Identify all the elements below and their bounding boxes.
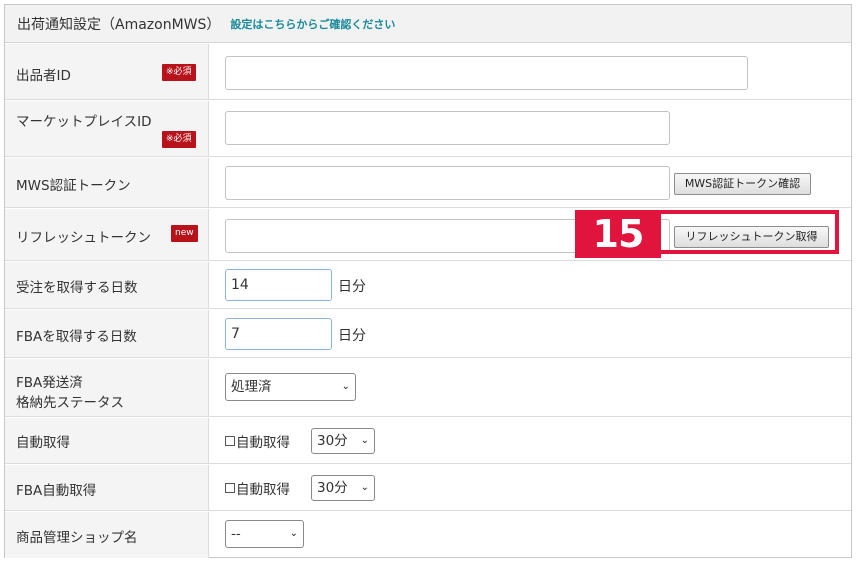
seller-id-label: 出品者ID — [16, 68, 71, 84]
label-cell: 商品管理ショップ名 — [5, 512, 209, 558]
chevron-down-icon: ⌄ — [341, 381, 350, 392]
panel-title: 出荷通知設定（AmazonMWS） — [17, 16, 221, 33]
shop-name-selected: -- — [231, 526, 241, 542]
step-number-badge: 15 — [575, 210, 661, 258]
label-cell: FBA発送済 格納先ステータス — [5, 359, 209, 416]
row-seller-id: 出品者ID ※必須 — [5, 44, 851, 100]
seller-id-input[interactable] — [225, 56, 748, 90]
order-days-label: 受注を取得する日数 — [16, 280, 138, 296]
label-cell: FBA自動取得 — [5, 465, 209, 510]
new-badge: new — [171, 225, 198, 242]
fba-days-input[interactable]: 7 — [225, 318, 332, 350]
row-order-days: 受注を取得する日数 14 日分 — [5, 262, 851, 309]
fba-auto-fetch-checkbox-wrap[interactable]: 自動取得 — [225, 478, 290, 498]
fba-auto-fetch-interval-selected: 30分 — [317, 480, 348, 496]
auto-fetch-checkbox[interactable] — [225, 436, 235, 446]
required-badge: ※必須 — [162, 131, 196, 148]
fba-days-label: FBAを取得する日数 — [16, 329, 137, 345]
label-cell: MWS認証トークン — [5, 158, 209, 207]
row-shop-name: 商品管理ショップ名 -- ⌄ — [5, 512, 851, 558]
label-cell: FBAを取得する日数 — [5, 310, 209, 357]
auto-fetch-interval-select[interactable]: 30分 ⌄ — [311, 428, 375, 454]
mws-token-verify-button[interactable]: MWS認証トークン確認 — [674, 173, 811, 195]
auto-fetch-checkbox-label: 自動取得 — [236, 435, 290, 451]
chevron-down-icon: ⌄ — [360, 435, 369, 446]
label-cell: 受注を取得する日数 — [5, 262, 209, 308]
label-cell: マーケットプレイスID ※必須 — [5, 101, 209, 156]
fba-auto-fetch-checkbox[interactable] — [225, 483, 235, 493]
label-cell: リフレッシュトークン new — [5, 209, 209, 260]
row-mws-token: MWS認証トークン MWS認証トークン確認 — [5, 158, 851, 208]
fba-days-unit: 日分 — [338, 328, 366, 344]
panel-header: 出荷通知設定（AmazonMWS） 設定はこちらからご確認ください — [5, 5, 851, 43]
fba-auto-fetch-label: FBA自動取得 — [16, 483, 97, 499]
settings-help-link[interactable]: 設定はこちらからご確認ください — [230, 16, 395, 32]
mws-token-label: MWS認証トークン — [16, 178, 131, 194]
chevron-down-icon: ⌄ — [360, 482, 369, 493]
order-days-input[interactable]: 14 — [225, 269, 332, 301]
required-badge: ※必須 — [162, 64, 196, 81]
fba-auto-fetch-interval-select[interactable]: 30分 ⌄ — [311, 475, 375, 501]
shipping-notification-settings-panel: 出荷通知設定（AmazonMWS） 設定はこちらからご確認ください 出品者ID … — [4, 4, 852, 558]
row-fba-days: FBAを取得する日数 7 日分 — [5, 310, 851, 358]
marketplace-id-label: マーケットプレイスID — [16, 114, 152, 130]
order-days-unit: 日分 — [338, 279, 366, 295]
auto-fetch-label: 自動取得 — [16, 435, 70, 451]
fba-status-select[interactable]: 処理済 ⌄ — [225, 373, 356, 401]
shop-name-select[interactable]: -- ⌄ — [225, 520, 304, 548]
fba-auto-fetch-checkbox-label: 自動取得 — [236, 482, 290, 498]
refresh-token-label: リフレッシュトークン — [16, 230, 151, 246]
row-marketplace-id: マーケットプレイスID ※必須 — [5, 101, 851, 157]
row-fba-auto-fetch: FBA自動取得 自動取得 30分 ⌄ — [5, 465, 851, 511]
step-highlight-box — [657, 210, 839, 254]
row-fba-status: FBA発送済 格納先ステータス 処理済 ⌄ — [5, 359, 851, 417]
row-auto-fetch: 自動取得 自動取得 30分 ⌄ — [5, 418, 851, 464]
auto-fetch-interval-selected: 30分 — [317, 433, 348, 449]
fba-status-label-line1: FBA発送済 — [16, 375, 83, 391]
auto-fetch-checkbox-wrap[interactable]: 自動取得 — [225, 431, 290, 451]
label-cell: 自動取得 — [5, 418, 209, 463]
shop-name-label: 商品管理ショップ名 — [16, 530, 138, 546]
mws-token-input[interactable] — [225, 166, 670, 200]
chevron-down-icon: ⌄ — [289, 528, 298, 539]
label-cell: 出品者ID ※必須 — [5, 44, 209, 99]
fba-status-label-line2: 格納先ステータス — [16, 395, 124, 411]
marketplace-id-input[interactable] — [225, 111, 670, 145]
fba-status-selected: 処理済 — [231, 379, 272, 395]
